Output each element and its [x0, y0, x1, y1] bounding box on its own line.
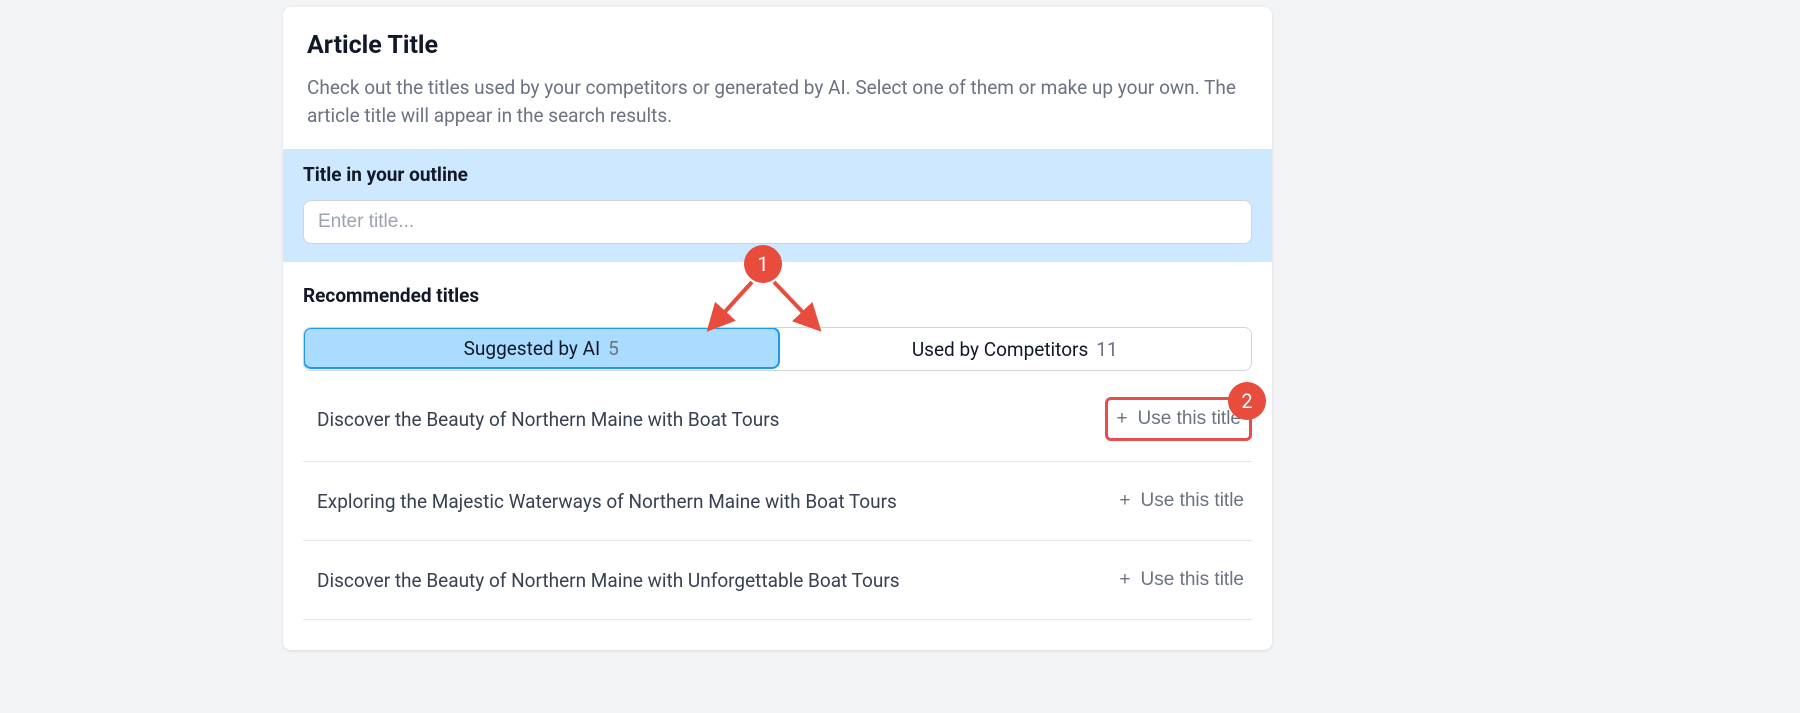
callout-number: 2: [1241, 389, 1252, 413]
tab-label: Used by Competitors: [912, 338, 1088, 361]
annotation-callout-1: 1: [744, 245, 782, 283]
tab-label: Suggested by AI: [464, 337, 601, 360]
card-header: Article Title Check out the titles used …: [283, 7, 1272, 149]
plus-icon: +: [1116, 408, 1127, 430]
plus-icon: +: [1119, 490, 1130, 512]
list-item: Discover the Beauty of Northern Maine wi…: [303, 377, 1252, 462]
section-description: Check out the titles used by your compet…: [307, 74, 1248, 129]
tab-count: 5: [608, 337, 619, 360]
recommended-heading: Recommended titles: [303, 284, 1252, 307]
list-item: Exploring the Majestic Waterways of Nort…: [303, 462, 1252, 541]
use-this-title-label: Use this title: [1141, 490, 1244, 512]
callout-number: 1: [757, 252, 768, 276]
annotation-callout-2: 2: [1228, 382, 1266, 420]
use-this-title-button[interactable]: + Use this title: [1111, 482, 1252, 520]
article-title-card: Article Title Check out the titles used …: [283, 7, 1272, 650]
use-this-title-button[interactable]: + Use this title: [1111, 561, 1252, 599]
use-this-title-label: Use this title: [1141, 569, 1244, 591]
section-title: Article Title: [307, 31, 1248, 60]
title-tabs: Suggested by AI 5 Used by Competitors 11: [303, 327, 1252, 371]
tab-count: 11: [1096, 338, 1117, 361]
suggested-title-text: Discover the Beauty of Northern Maine wi…: [303, 569, 1111, 592]
title-input[interactable]: [303, 200, 1252, 244]
plus-icon: +: [1119, 569, 1130, 591]
tab-suggested-by-ai[interactable]: Suggested by AI 5: [303, 327, 780, 369]
suggested-title-list: Discover the Beauty of Northern Maine wi…: [303, 377, 1252, 650]
tab-used-by-competitors[interactable]: Used by Competitors 11: [779, 328, 1252, 370]
use-this-title-label: Use this title: [1138, 408, 1241, 430]
list-item: Discover the Beauty of Northern Maine wi…: [303, 541, 1252, 620]
suggested-title-text: Discover the Beauty of Northern Maine wi…: [303, 408, 1105, 431]
title-in-outline-panel: Title in your outline: [283, 149, 1272, 262]
list-item-partial: [303, 620, 1252, 650]
suggested-title-text: Exploring the Majestic Waterways of Nort…: [303, 490, 1111, 513]
title-in-outline-label: Title in your outline: [303, 163, 1252, 186]
recommended-section: Recommended titles Suggested by AI 5 Use…: [283, 262, 1272, 650]
